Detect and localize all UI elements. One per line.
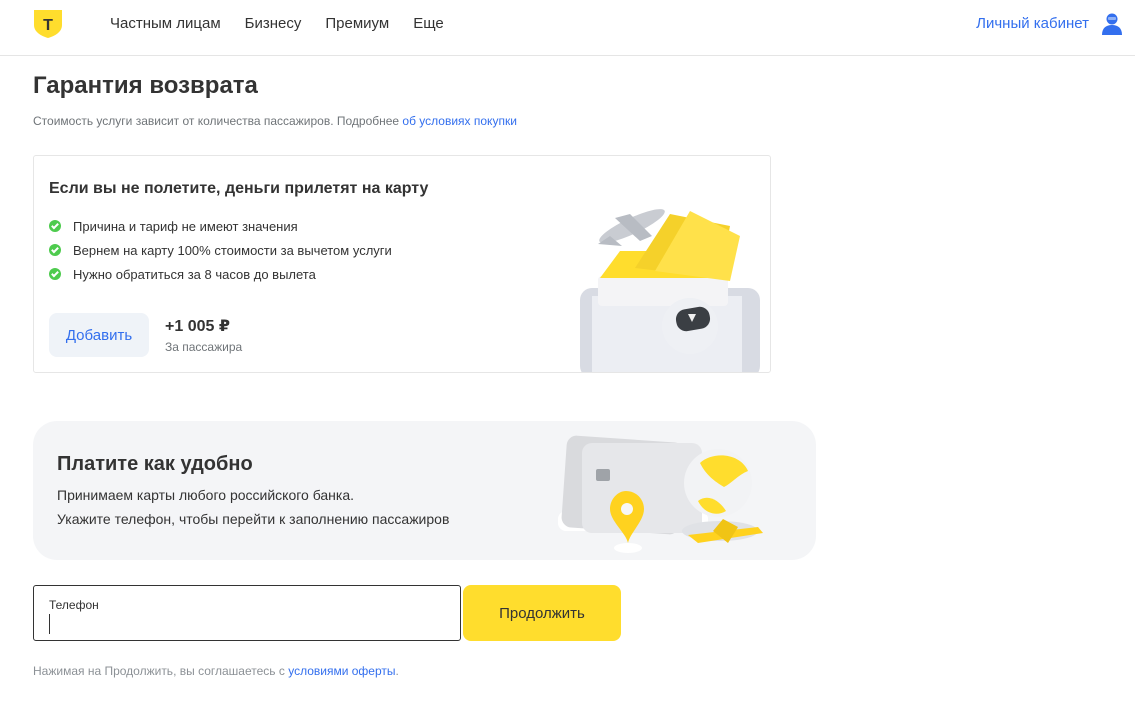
add-guarantee-button[interactable]: Добавить — [49, 313, 149, 357]
feature-text: Вернем на карту 100% стоимости за вычето… — [73, 242, 392, 258]
feature-list: Причина и тариф не имеют значения Вернем… — [49, 214, 392, 286]
user-icon[interactable] — [1101, 12, 1123, 36]
feature-item: Нужно обратиться за 8 часов до вылета — [49, 262, 392, 286]
check-icon — [49, 244, 61, 256]
feature-text: Нужно обратиться за 8 часов до вылета — [73, 266, 316, 282]
feature-item: Вернем на карту 100% стоимости за вычето… — [49, 238, 392, 262]
disclaimer-end: . — [395, 664, 399, 678]
subtitle-text: Стоимость услуги зависит от количества п… — [33, 114, 403, 128]
bank-logo[interactable]: Т — [33, 9, 63, 39]
card-globe-illustration — [558, 435, 763, 553]
nav-item-more[interactable]: Еще — [413, 15, 444, 33]
offer-terms-link[interactable]: условиями оферты — [288, 664, 395, 678]
main-nav: Частным лицам Бизнесу Премиум Еще — [110, 15, 444, 33]
nav-item-premium[interactable]: Премиум — [325, 15, 389, 33]
tickets-airplane-illustration — [580, 209, 760, 372]
nav-item-personal[interactable]: Частным лицам — [110, 15, 221, 33]
payment-banner: Платите как удобно Принимаем карты любог… — [33, 421, 816, 560]
disclaimer-text: Нажимая на Продолжить, вы соглашаетесь с — [33, 664, 289, 678]
personal-account-link[interactable]: Личный кабинет — [976, 15, 1089, 33]
refund-card-title: Если вы не полетите, деньги прилетят на … — [49, 180, 429, 197]
guarantee-price: +1 005 ₽ — [165, 318, 230, 335]
nav-item-business[interactable]: Бизнесу — [245, 15, 302, 33]
price-per-passenger-note: За пассажира — [165, 340, 243, 354]
page-title: Гарантия возврата — [33, 72, 258, 99]
purchase-terms-link[interactable]: об условиях покупки — [402, 114, 516, 128]
top-header: Т Частным лицам Бизнесу Премиум Еще Личн… — [0, 0, 1135, 56]
refund-guarantee-card: Если вы не полетите, деньги прилетят на … — [33, 155, 771, 373]
continue-button[interactable]: Продолжить — [463, 585, 621, 641]
feature-item: Причина и тариф не имеют значения — [49, 214, 392, 238]
feature-text: Причина и тариф не имеют значения — [73, 218, 298, 234]
page-subtitle: Стоимость услуги зависит от количества п… — [33, 114, 517, 128]
logo-letter: Т — [43, 17, 53, 34]
text-cursor — [49, 614, 50, 634]
phone-field-label: Телефон — [49, 598, 99, 612]
banner-line-cards: Принимаем карты любого российского банка… — [57, 487, 355, 503]
phone-field[interactable]: Телефон — [33, 585, 461, 641]
banner-title: Платите как удобно — [57, 453, 253, 475]
check-icon — [49, 220, 61, 232]
offer-disclaimer: Нажимая на Продолжить, вы соглашаетесь с… — [33, 664, 399, 678]
banner-line-phone: Укажите телефон, чтобы перейти к заполне… — [57, 511, 450, 527]
check-icon — [49, 268, 61, 280]
phone-input[interactable] — [49, 614, 445, 634]
